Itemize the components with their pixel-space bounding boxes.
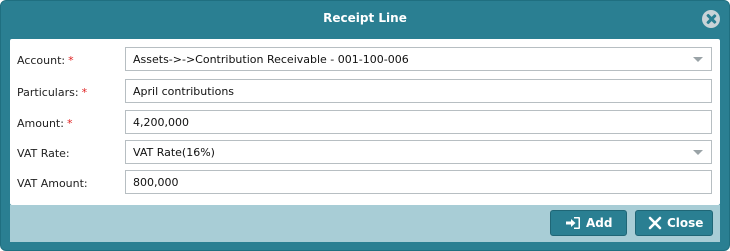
form-body: Account: * Assets->->Contribution Receiva… (10, 39, 720, 205)
dialog-titlebar: Receipt Line (1, 1, 729, 37)
particulars-value: April contributions (133, 85, 235, 98)
amount-input[interactable]: 4,200,000 (125, 110, 712, 134)
vat-amount-label: VAT Amount: (17, 177, 88, 190)
vat-rate-row: VAT Rate: VAT Rate(16%) (10, 138, 720, 168)
close-icon (648, 216, 662, 230)
close-circle-icon[interactable] (702, 10, 720, 28)
particulars-row: Particulars: * April contributions (10, 77, 720, 107)
chevron-down-icon[interactable] (693, 57, 703, 62)
vat-amount-value: 800,000 (133, 176, 179, 189)
receipt-line-dialog: Receipt Line Account: * Assets->->Contrib… (0, 0, 730, 251)
amount-label: Amount: * (17, 117, 73, 130)
vat-rate-select[interactable]: VAT Rate(16%) (125, 140, 712, 164)
account-value: Assets->->Contribution Receivable - 001-… (133, 53, 409, 66)
close-button[interactable]: Close (635, 210, 713, 236)
vat-rate-value: VAT Rate(16%) (133, 146, 215, 159)
account-label: Account: * (17, 54, 74, 67)
chevron-down-icon[interactable] (693, 150, 703, 155)
particulars-label: Particulars: * (17, 86, 88, 99)
add-button-label: Add (586, 216, 613, 230)
dialog-title: Receipt Line (323, 11, 407, 25)
required-mark: * (66, 117, 73, 130)
add-button[interactable]: Add (550, 210, 627, 236)
account-row: Account: * Assets->->Contribution Receiva… (10, 45, 720, 75)
close-button-label: Close (667, 216, 704, 230)
vat-amount-row: VAT Amount: 800,000 (10, 168, 720, 198)
vat-amount-input[interactable]: 800,000 (125, 170, 712, 194)
sign-in-icon (566, 217, 580, 229)
particulars-input[interactable]: April contributions (125, 79, 712, 103)
dialog-footer: Add Close (10, 205, 720, 242)
amount-value: 4,200,000 (133, 116, 189, 129)
vat-rate-label: VAT Rate: (17, 147, 70, 160)
required-mark: * (68, 54, 74, 67)
required-mark: * (81, 86, 88, 99)
amount-row: Amount: * 4,200,000 (10, 108, 720, 138)
account-select[interactable]: Assets->->Contribution Receivable - 001-… (125, 47, 712, 71)
